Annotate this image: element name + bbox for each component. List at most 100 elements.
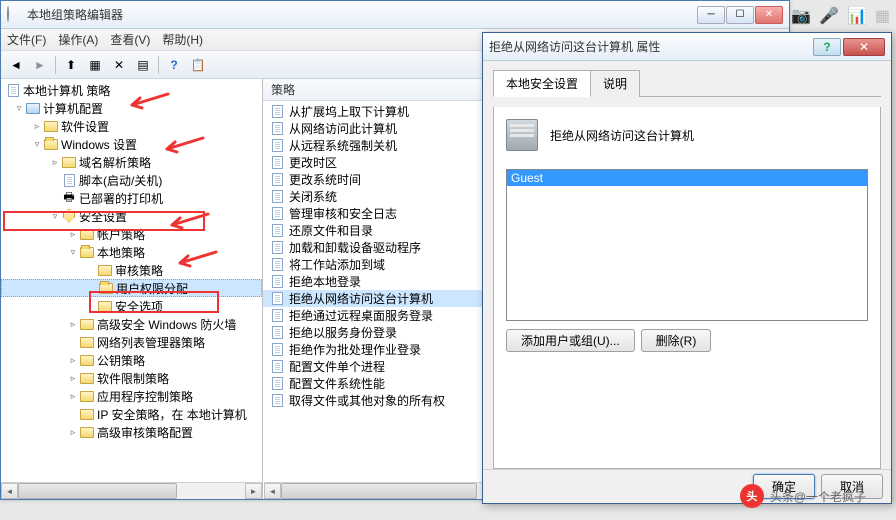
up-button[interactable]: ⬆	[60, 54, 82, 76]
expander-icon[interactable]: ▹	[49, 157, 61, 168]
add-user-button[interactable]: 添加用户或组(U)...	[506, 329, 635, 352]
policy-label: 取得文件或其他对象的所有权	[289, 392, 445, 409]
doc-icon	[269, 342, 285, 358]
tree-security[interactable]: ▿ 安全设置	[1, 207, 262, 225]
tree-label: 网络列表管理器策略	[97, 334, 205, 351]
menu-file[interactable]: 文件(F)	[7, 31, 46, 48]
scroll-right-button[interactable]: ►	[245, 483, 262, 499]
doc-icon	[269, 189, 285, 205]
policy-label: 将工作站添加到域	[289, 256, 385, 273]
tree-label: 审核策略	[115, 262, 163, 279]
tree-user-rights[interactable]: 用户权限分配	[1, 279, 262, 297]
tree-label: 安全设置	[79, 208, 127, 225]
camera-icon: 📷	[791, 6, 811, 26]
policy-label: 从扩展坞上取下计算机	[289, 103, 409, 120]
tree-advanced-audit[interactable]: ▹ 高级审核策略配置	[1, 423, 262, 441]
mic-icon: 🎤	[819, 6, 839, 26]
maximize-button[interactable]: ☐	[726, 6, 754, 24]
expander-icon[interactable]: ▹	[67, 427, 79, 438]
folder-icon	[61, 154, 77, 170]
expander-icon[interactable]: ▹	[67, 391, 79, 402]
tree-firewall[interactable]: ▹ 高级安全 Windows 防火墙	[1, 315, 262, 333]
tree-account-policies[interactable]: ▹ 帐户策略	[1, 225, 262, 243]
properties-button[interactable]: ▤	[132, 54, 154, 76]
tree-ip-security[interactable]: IP 安全策略，在 本地计算机	[1, 405, 262, 423]
doc-icon	[269, 172, 285, 188]
policy-label: 管理审核和安全日志	[289, 205, 397, 222]
tree-software-restriction[interactable]: ▹ 软件限制策略	[1, 369, 262, 387]
scroll-left-button[interactable]: ◄	[1, 483, 18, 499]
watermark-logo-icon: 头	[740, 484, 764, 508]
doc-icon	[269, 359, 285, 375]
back-button[interactable]: ◄	[5, 54, 27, 76]
tree-scripts[interactable]: 脚本(启动/关机)	[1, 171, 262, 189]
expander-icon[interactable]: ▹	[67, 373, 79, 384]
minimize-button[interactable]: ─	[697, 6, 725, 24]
titlebar: 本地组策略编辑器 ─ ☐ ✕	[1, 1, 789, 29]
menu-help[interactable]: 帮助(H)	[162, 31, 203, 48]
forward-button[interactable]: ►	[29, 54, 51, 76]
policy-label: 拒绝以服务身份登录	[289, 324, 397, 341]
help-button[interactable]: ?	[163, 54, 185, 76]
policy-label: 拒绝从网络访问这台计算机	[289, 290, 433, 307]
dialog-title: 拒绝从网络访问这台计算机 属性	[489, 38, 813, 55]
tree-app-control[interactable]: ▹ 应用程序控制策略	[1, 387, 262, 405]
tree-network-list[interactable]: 网络列表管理器策略	[1, 333, 262, 351]
tree-panel[interactable]: 本地计算机 策略 ▿ 计算机配置 ▹ 软件设置 ▿ Windows 设置	[1, 79, 263, 499]
tree-scrollbar[interactable]: ◄ ►	[1, 482, 262, 499]
show-hide-button[interactable]: ▦	[84, 54, 106, 76]
tree-root[interactable]: 本地计算机 策略	[1, 81, 262, 99]
grid-icon: ▦	[875, 6, 890, 26]
tab-explain[interactable]: 说明	[590, 70, 640, 97]
user-item-guest[interactable]: Guest	[507, 170, 867, 186]
doc-icon	[269, 291, 285, 307]
dialog-help-button[interactable]: ?	[813, 38, 841, 56]
doc-icon	[269, 155, 285, 171]
expander-icon[interactable]: ▹	[67, 355, 79, 366]
tree-public-key[interactable]: ▹ 公钥策略	[1, 351, 262, 369]
tree-local-policies[interactable]: ▿ 本地策略	[1, 243, 262, 261]
expander-icon[interactable]: ▹	[67, 319, 79, 330]
user-label: Guest	[511, 171, 543, 185]
refresh-button[interactable]: 📋	[187, 54, 209, 76]
background-toolbar: 📷 🎤 📊 ▦	[791, 6, 890, 26]
policy-label: 更改系统时间	[289, 171, 361, 188]
expander-icon[interactable]: ▿	[13, 103, 25, 114]
folder-icon	[79, 334, 95, 350]
printer-icon: 🖶	[61, 190, 77, 206]
policy-label: 还原文件和目录	[289, 222, 373, 239]
menu-action[interactable]: 操作(A)	[58, 31, 98, 48]
tree-security-options[interactable]: 安全选项	[1, 297, 262, 315]
policy-label: 加载和卸载设备驱动程序	[289, 239, 421, 256]
expander-icon[interactable]: ▿	[49, 211, 61, 222]
window-controls: ─ ☐ ✕	[696, 6, 783, 24]
dialog-close-button[interactable]: ✕	[843, 38, 885, 56]
close-button[interactable]: ✕	[755, 6, 783, 24]
doc-icon	[269, 393, 285, 409]
chart-icon: 📊	[847, 6, 867, 26]
tree-windows-settings[interactable]: ▿ Windows 设置	[1, 135, 262, 153]
tree-software[interactable]: ▹ 软件设置	[1, 117, 262, 135]
menu-view[interactable]: 查看(V)	[110, 31, 150, 48]
tree-printers[interactable]: 🖶 已部署的打印机	[1, 189, 262, 207]
watermark-text: 头条@一个老疯子	[770, 488, 866, 505]
policy-icon	[5, 82, 21, 98]
tree-dns[interactable]: ▹ 域名解析策略	[1, 153, 262, 171]
doc-icon	[269, 325, 285, 341]
tree-audit[interactable]: 审核策略	[1, 261, 262, 279]
scroll-left-button[interactable]: ◄	[264, 483, 281, 499]
expander-icon[interactable]: ▹	[31, 121, 43, 132]
doc-icon	[269, 257, 285, 273]
dialog-mid-buttons: 添加用户或组(U)... 删除(R)	[506, 329, 868, 352]
expander-icon[interactable]: ▹	[67, 229, 79, 240]
expander-icon[interactable]: ▿	[31, 139, 43, 150]
user-list[interactable]: Guest	[506, 169, 868, 321]
remove-button[interactable]: 删除(R)	[641, 329, 712, 352]
export-button[interactable]: ✕	[108, 54, 130, 76]
tab-local-security[interactable]: 本地安全设置	[493, 70, 591, 97]
tree-computer-config[interactable]: ▿ 计算机配置	[1, 99, 262, 117]
scroll-track[interactable]	[18, 483, 245, 499]
expander-icon[interactable]: ▿	[67, 247, 79, 258]
tab-content: 拒绝从网络访问这台计算机 Guest 添加用户或组(U)... 删除(R)	[493, 107, 881, 469]
policy-label: 配置文件系统性能	[289, 375, 385, 392]
